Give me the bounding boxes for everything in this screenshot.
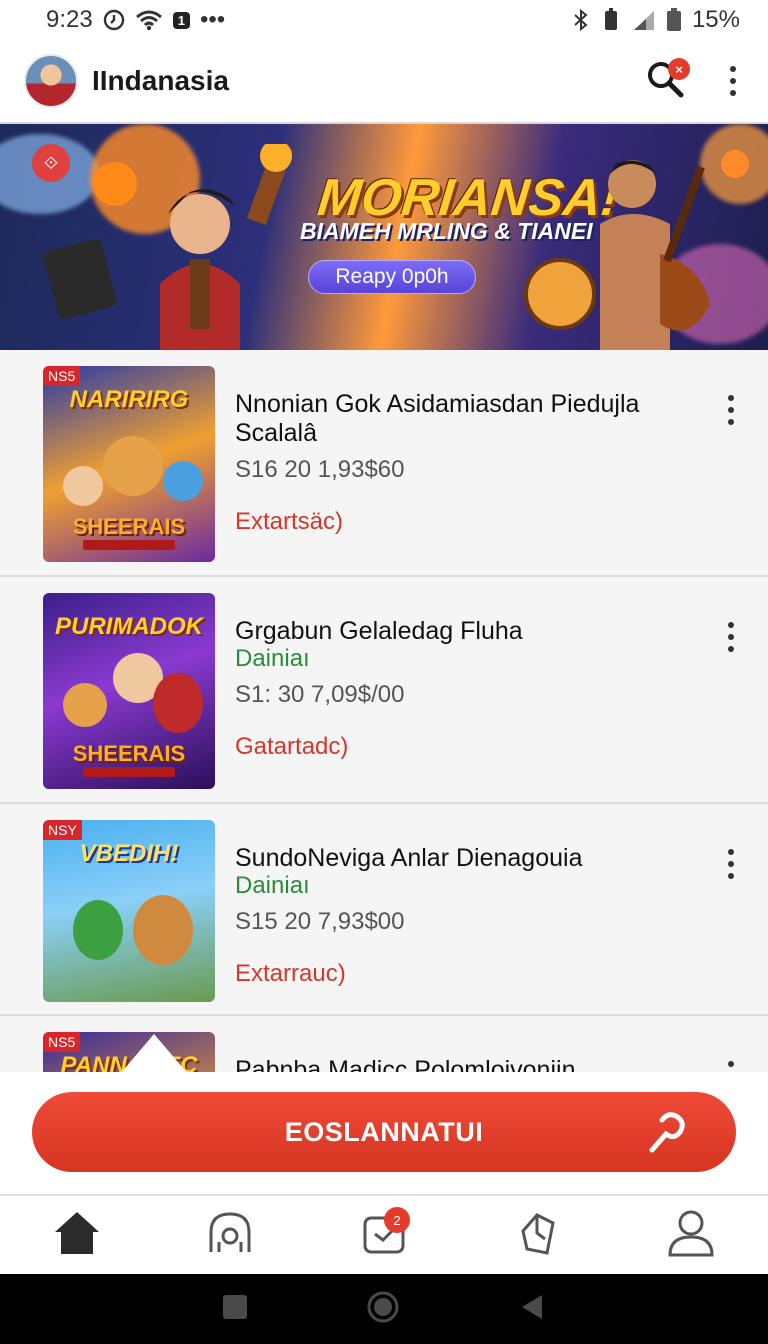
status-bar: 9:23 1 ••• 15%: [0, 0, 768, 40]
thumbnail-title: VBEDIH!: [79, 840, 179, 867]
nav-bookmark[interactable]: [508, 1205, 568, 1265]
item-title: SundoNeviga Anlar Dienagouia: [235, 844, 583, 872]
status-time: 9:23: [46, 6, 93, 33]
bluetooth-icon: [572, 8, 590, 32]
signal-icon: [632, 9, 656, 31]
home-button-icon[interactable]: [366, 1290, 400, 1329]
brand-logo-icon: ⟐: [32, 144, 70, 182]
item-subtitle: Dainiaı: [235, 872, 310, 899]
search-button[interactable]: ×: [642, 58, 690, 104]
item-action-link[interactable]: Extarrauc): [235, 960, 346, 988]
item-overflow-menu-icon[interactable]: [720, 390, 742, 430]
search-badge: ×: [668, 58, 690, 80]
game-thumbnail[interactable]: NSY VBEDIH!: [43, 820, 215, 1002]
status-more-dots: •••: [199, 6, 226, 33]
promo-banner[interactable]: ⟐ MORIANSA! BIAMEH MRLING & TIANEI Reapy…: [0, 124, 768, 350]
share-arrow-icon: [644, 1110, 688, 1161]
thumbnail-bottom-title: SHEERAIS: [72, 514, 186, 539]
support-icon: [205, 1208, 255, 1263]
item-overflow-menu-icon[interactable]: [720, 844, 742, 884]
item-price: S1: 30 7,09$/00: [235, 681, 405, 708]
list-item[interactable]: NS5 NARIRIRG SHEERAIS Nnonian Gok Asidam…: [0, 350, 768, 577]
game-thumbnail[interactable]: PURIMADOK SHEERAIS: [43, 593, 215, 789]
status-bar-right: 15%: [572, 6, 740, 34]
hero-left-illustration: [43, 144, 294, 350]
notification-count-badge: 1: [172, 11, 190, 29]
avatar[interactable]: [24, 54, 78, 108]
thumbnail-title: PURIMADOK: [55, 613, 203, 640]
thumbnail-ribbon: [83, 767, 175, 777]
list-item[interactable]: PURIMADOK SHEERAIS Grgabun Gelaledag Flu…: [0, 577, 768, 804]
item-action-link[interactable]: Extartsäc): [235, 508, 343, 536]
primary-cta-button[interactable]: EOSLANNATUI: [32, 1092, 736, 1172]
pointer-triangle: [120, 1034, 188, 1074]
bottom-navigation: 2: [0, 1194, 768, 1274]
list-item[interactable]: NSY VBEDIH! SundoNeviga Anlar Dienagouia…: [0, 804, 768, 1016]
item-title: Nnonian Gok Asidamiasdan Piedujla Scalal…: [235, 390, 640, 447]
nav-home[interactable]: [47, 1205, 107, 1265]
recents-icon[interactable]: [222, 1294, 248, 1325]
thumbnail-title: NARIRIRG: [69, 386, 189, 413]
cta-area: EOSLANNATUI: [0, 1034, 768, 1194]
cta-label: EOSLANNATUI: [284, 1116, 484, 1147]
app-header: IIndanasia ×: [0, 40, 768, 124]
nav-support[interactable]: [200, 1205, 260, 1265]
item-subtitle: Dainiaı: [235, 645, 310, 672]
battery-icon: [666, 8, 682, 32]
thumbnail-bottom-title: SHEERAIS: [72, 741, 186, 766]
status-bar-left: 9:23 1 •••: [46, 6, 225, 34]
game-list: NS5 NARIRIRG SHEERAIS Nnonian Gok Asidam…: [0, 350, 768, 1072]
nav-notifications[interactable]: 2: [354, 1205, 414, 1265]
item-overflow-menu-icon[interactable]: [720, 617, 742, 657]
list-item[interactable]: NS5 PANNAMEC Pabnba Madicc Polomloivonii…: [0, 1016, 768, 1072]
item-overflow-menu-icon[interactable]: [720, 1056, 742, 1072]
item-price: S16 20 1,93$60: [235, 456, 405, 483]
nav-profile[interactable]: [661, 1205, 721, 1265]
thumbnail-ribbon: [83, 540, 175, 550]
page-title: IIndanasia: [92, 65, 229, 96]
wifi-icon: [135, 9, 163, 31]
system-navigation-bar: [0, 1274, 768, 1344]
hero-right-illustration: [524, 150, 749, 350]
profile-icon: [666, 1209, 716, 1262]
game-thumbnail[interactable]: NS5 NARIRIRG SHEERAIS: [43, 366, 215, 562]
clock-icon: [103, 9, 125, 31]
thumbnail-tag: NS5: [43, 366, 81, 386]
notifications-badge: 2: [383, 1207, 410, 1233]
battery-percent: 15%: [691, 6, 740, 33]
item-title: Grgabun Gelaledag Fluha: [235, 617, 523, 645]
back-icon[interactable]: [518, 1293, 546, 1326]
overflow-menu-icon[interactable]: [722, 61, 744, 101]
item-title: Pabnba Madicc Polomloivoniin: [235, 1056, 576, 1072]
thumbnail-tag: NSY: [43, 820, 82, 840]
bookmark-icon: [515, 1209, 561, 1262]
item-action-link[interactable]: Gatartadc): [235, 733, 348, 761]
banner-cta-button[interactable]: Reapy 0p0h: [308, 260, 476, 294]
home-icon: [53, 1210, 101, 1261]
vibrate-icon: [600, 8, 622, 32]
item-price: S15 20 7,93$00: [235, 908, 405, 935]
thumbnail-tag: NS5: [43, 1032, 81, 1052]
